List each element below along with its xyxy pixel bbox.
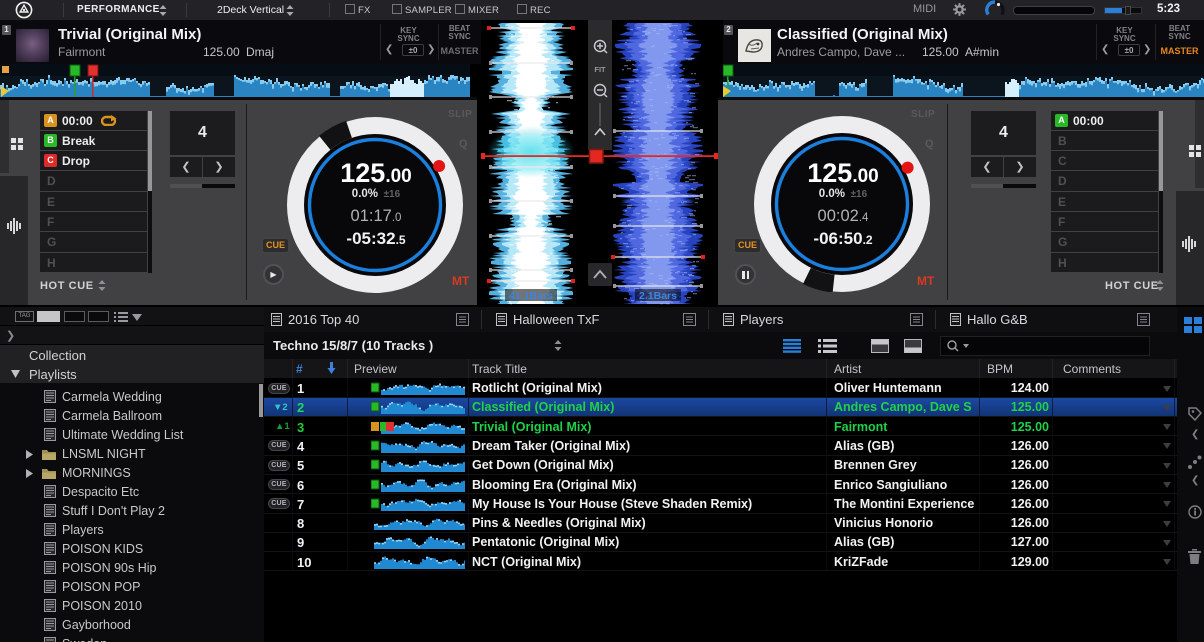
svg-text:FIT: FIT (594, 65, 606, 74)
svg-text:41.1Bars: 41.1Bars (509, 290, 553, 302)
svg-text:2.1Bars: 2.1Bars (639, 290, 677, 302)
